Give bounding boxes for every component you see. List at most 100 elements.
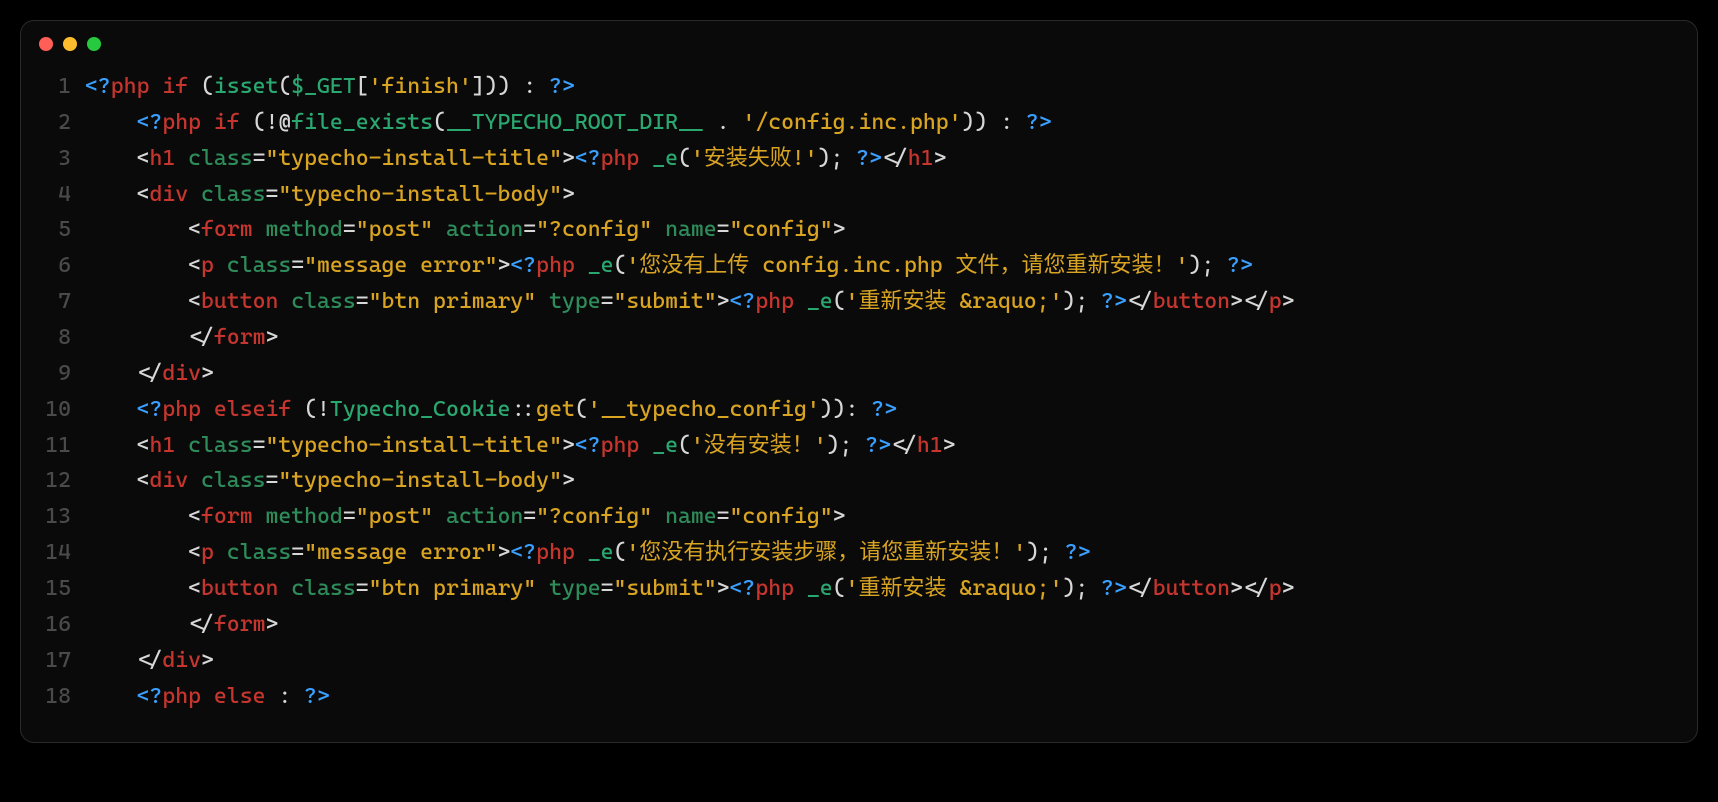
token: < — [85, 433, 149, 458]
token: </ — [1127, 289, 1153, 314]
code-line[interactable]: 17 </div> — [21, 643, 1697, 679]
line-content[interactable]: </div> — [85, 356, 1697, 392]
code-line[interactable]: 15 <button class="btn primary" type="sub… — [21, 571, 1697, 607]
token: < — [85, 289, 201, 314]
token: > — [833, 217, 846, 242]
line-content[interactable]: <h1 class="typecho-install-title"><?php … — [85, 141, 1697, 177]
token: '您没有执行安装步骤，请您重新安装！' — [626, 540, 1026, 565]
token: = — [343, 217, 356, 242]
token: ( — [678, 433, 691, 458]
token: "config" — [730, 504, 833, 529]
token: get — [536, 397, 575, 422]
line-content[interactable]: <div class="typecho-install-body"> — [85, 463, 1697, 499]
line-content[interactable]: </div> — [85, 643, 1697, 679]
token: _e — [807, 289, 833, 314]
code-editor[interactable]: 1<?php if (isset($_GET['finish'])) : ?>2… — [21, 65, 1697, 742]
token — [149, 74, 162, 99]
code-line[interactable]: 18 <?php else : ?> — [21, 679, 1697, 715]
token — [175, 433, 188, 458]
code-line[interactable]: 11 <h1 class="typecho-install-title"><?p… — [21, 428, 1697, 464]
token: class — [291, 289, 355, 314]
token: > — [943, 433, 956, 458]
line-content[interactable]: <button class="btn primary" type="submit… — [85, 571, 1697, 607]
line-number: 5 — [21, 212, 85, 248]
line-content[interactable]: <form method="post" action="?config" nam… — [85, 212, 1697, 248]
line-content[interactable]: <?php else : ?> — [85, 679, 1697, 715]
close-icon[interactable] — [39, 37, 53, 51]
token: "typecho-install-body" — [278, 468, 562, 493]
line-content[interactable]: <button class="btn primary" type="submit… — [85, 284, 1697, 320]
line-content[interactable]: </form> — [85, 607, 1697, 643]
token: ?> — [871, 397, 897, 422]
line-number: 13 — [21, 499, 85, 535]
token: if — [162, 74, 188, 99]
token: __TYPECHO_ROOT_DIR__ — [446, 110, 704, 135]
token: :: — [510, 397, 536, 422]
token: = — [253, 146, 266, 171]
code-line[interactable]: 5 <form method="post" action="?config" n… — [21, 212, 1697, 248]
maximize-icon[interactable] — [87, 37, 101, 51]
token: = — [523, 504, 536, 529]
token: '您没有上传 config.inc.php 文件，请您重新安装！' — [626, 253, 1188, 278]
token: '/config.inc.php' — [742, 110, 961, 135]
line-content[interactable]: <h1 class="typecho-install-title"><?php … — [85, 428, 1697, 464]
token: name — [665, 504, 717, 529]
minimize-icon[interactable] — [63, 37, 77, 51]
line-number: 11 — [21, 428, 85, 464]
code-line[interactable]: 16 </form> — [21, 607, 1697, 643]
token: ?> — [549, 74, 575, 99]
token: ); — [827, 433, 866, 458]
token: </ — [85, 325, 214, 350]
token: _e — [588, 540, 614, 565]
code-line[interactable]: 12 <div class="typecho-install-body"> — [21, 463, 1697, 499]
token: ])) : — [472, 74, 549, 99]
token: = — [601, 289, 614, 314]
token: . — [704, 110, 743, 135]
code-line[interactable]: 10 <?php elseif (!Typecho_Cookie::get('_… — [21, 392, 1697, 428]
token — [85, 684, 137, 709]
code-line[interactable]: 7 <button class="btn primary" type="subm… — [21, 284, 1697, 320]
code-line[interactable]: 3 <h1 class="typecho-install-title"><?ph… — [21, 141, 1697, 177]
token: _e — [807, 576, 833, 601]
code-line[interactable]: 4 <div class="typecho-install-body"> — [21, 177, 1697, 213]
token: php — [755, 576, 794, 601]
token: = — [717, 217, 730, 242]
token: "btn primary" — [369, 576, 537, 601]
token: > — [265, 325, 278, 350]
line-content[interactable]: </form> — [85, 320, 1697, 356]
code-line[interactable]: 1<?php if (isset($_GET['finish'])) : ?> — [21, 69, 1697, 105]
code-line[interactable]: 8 </form> — [21, 320, 1697, 356]
token: <? — [85, 74, 111, 99]
code-line[interactable]: 13 <form method="post" action="?config" … — [21, 499, 1697, 535]
line-content[interactable]: <form method="post" action="?config" nam… — [85, 499, 1697, 535]
token: <? — [137, 110, 163, 135]
token: < — [85, 146, 149, 171]
token: = — [265, 182, 278, 207]
line-number: 10 — [21, 392, 85, 428]
line-content[interactable]: <?php if (!@file_exists(__TYPECHO_ROOT_D… — [85, 105, 1697, 141]
token: > — [562, 182, 575, 207]
token — [575, 540, 588, 565]
line-content[interactable]: <div class="typecho-install-body"> — [85, 177, 1697, 213]
token: div — [149, 468, 188, 493]
line-content[interactable]: <?php elseif (!Typecho_Cookie::get('__ty… — [85, 392, 1697, 428]
code-line[interactable]: 2 <?php if (!@file_exists(__TYPECHO_ROOT… — [21, 105, 1697, 141]
code-line[interactable]: 9 </div> — [21, 356, 1697, 392]
token: > — [562, 468, 575, 493]
line-number: 18 — [21, 679, 85, 715]
code-line[interactable]: 14 <p class="message error"><?php _e('您没… — [21, 535, 1697, 571]
token: class — [227, 253, 291, 278]
token: class — [201, 182, 265, 207]
token: "?config" — [536, 217, 652, 242]
token: > — [833, 504, 846, 529]
token: php — [601, 146, 640, 171]
token: > — [265, 612, 278, 637]
line-content[interactable]: <?php if (isset($_GET['finish'])) : ?> — [85, 69, 1697, 105]
token: )) : — [962, 110, 1026, 135]
token: button — [1153, 576, 1230, 601]
token — [536, 289, 549, 314]
code-line[interactable]: 6 <p class="message error"><?php _e('您没有… — [21, 248, 1697, 284]
token — [201, 397, 214, 422]
line-content[interactable]: <p class="message error"><?php _e('您没有上传… — [85, 248, 1697, 284]
line-content[interactable]: <p class="message error"><?php _e('您没有执行… — [85, 535, 1697, 571]
